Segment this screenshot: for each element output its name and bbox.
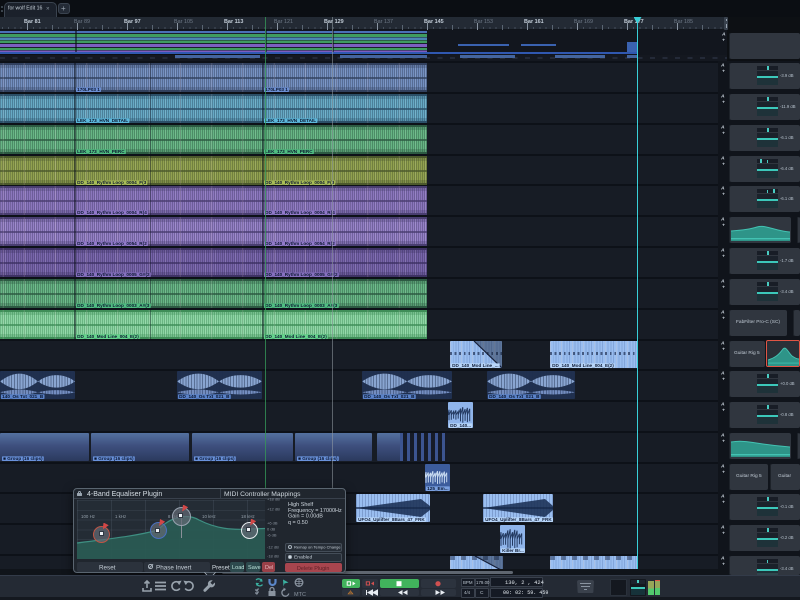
svg-text:MTC: MTC xyxy=(294,592,306,598)
